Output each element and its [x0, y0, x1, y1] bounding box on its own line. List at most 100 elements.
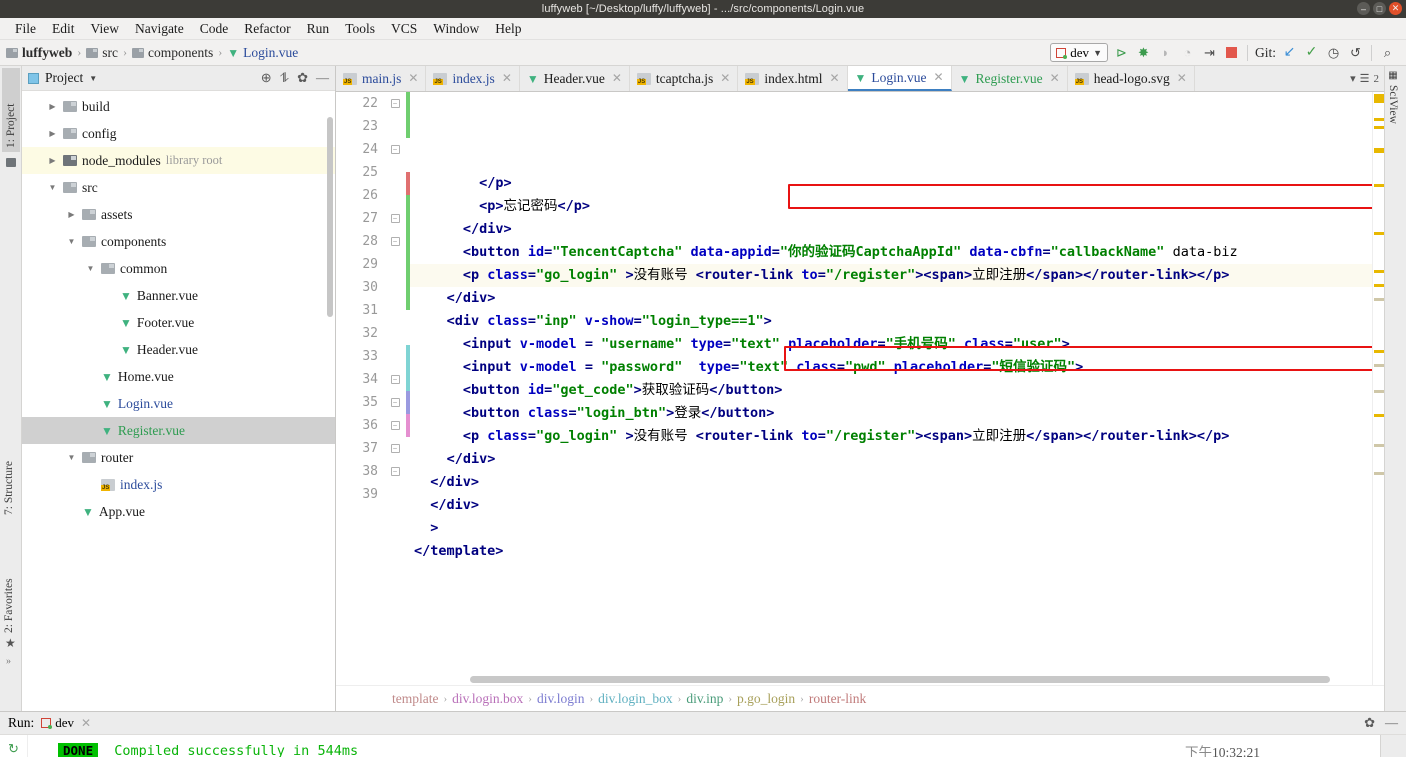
tree-item-login-vue[interactable]: ▼ Login.vue: [22, 390, 335, 417]
minimize-icon[interactable]: –: [1357, 2, 1370, 15]
code-line[interactable]: <p>忘记密码</p>: [410, 195, 1372, 218]
editor-tab-head-logo-svg[interactable]: head-logo.svg ✕: [1067, 66, 1195, 91]
tree-item-config[interactable]: ▶ config: [22, 120, 335, 147]
menu-file[interactable]: File: [8, 20, 43, 38]
chevron-down-icon[interactable]: ▼: [85, 264, 96, 273]
code-line[interactable]: [410, 563, 1372, 586]
navbar-crumb-file[interactable]: ▼ Login.vue: [227, 45, 298, 61]
close-icon[interactable]: ✕: [829, 71, 839, 86]
sidebar-item-sciview-tab[interactable]: ▦ SciView: [1387, 70, 1399, 124]
fold-marker[interactable]: −: [384, 138, 406, 161]
menu-view[interactable]: View: [84, 20, 126, 38]
gear-icon[interactable]: ✿: [297, 70, 308, 86]
code-line[interactable]: </p>: [410, 172, 1372, 195]
editor-tab-register-vue[interactable]: ▼ Register.vue ✕: [951, 66, 1068, 91]
code-line[interactable]: <p class="go_login" >没有账号 <router-link t…: [410, 264, 1372, 287]
chevron-right-icon[interactable]: ▶: [66, 210, 77, 219]
editor-tab-index-html[interactable]: index.html ✕: [738, 66, 848, 91]
breadcrumb-item[interactable]: div.login: [537, 691, 585, 707]
git-update-icon[interactable]: ↙: [1281, 44, 1298, 61]
breadcrumb-item[interactable]: template: [392, 691, 438, 707]
code-line[interactable]: <button class="login_btn">登录</button>: [410, 402, 1372, 425]
navbar-crumb-src[interactable]: src: [86, 45, 118, 61]
code-content[interactable]: </p> <p>忘记密码</p> </div> <button id="Tenc…: [410, 92, 1372, 685]
menu-refactor[interactable]: Refactor: [237, 20, 297, 38]
sidebar-scrollbar[interactable]: [327, 117, 333, 317]
code-line[interactable]: <input v-model = "username" type="text" …: [410, 333, 1372, 356]
close-icon[interactable]: ✕: [502, 71, 512, 86]
chevron-right-icon[interactable]: ▶: [47, 102, 58, 111]
code-line[interactable]: >: [410, 517, 1372, 540]
search-icon[interactable]: ⌕: [1379, 44, 1396, 61]
menu-code[interactable]: Code: [193, 20, 236, 38]
editor-horizontal-scrollbar[interactable]: [470, 676, 1330, 683]
fold-marker[interactable]: −: [384, 414, 406, 437]
close-icon[interactable]: ✕: [81, 716, 91, 731]
tree-item-footer-vue[interactable]: ▼ Footer.vue: [22, 309, 335, 336]
breadcrumb-item[interactable]: router-link: [809, 691, 866, 707]
tree-item-src[interactable]: ▼ src: [22, 174, 335, 201]
tree-item-register-vue[interactable]: ▼ Register.vue: [22, 417, 335, 444]
code-line[interactable]: <button id="TencentCaptcha" data-appid="…: [410, 241, 1372, 264]
chevron-down-icon[interactable]: ▼: [89, 74, 97, 83]
tree-item-build[interactable]: ▶ build: [22, 93, 335, 120]
menu-edit[interactable]: Edit: [45, 20, 82, 38]
fold-marker[interactable]: −: [384, 391, 406, 414]
code-line[interactable]: <div class="inp" v-show="login_type==1">: [410, 310, 1372, 333]
code-line[interactable]: </div>: [410, 287, 1372, 310]
collapse-all-icon[interactable]: ⥮: [280, 70, 289, 86]
tree-item-home-vue[interactable]: ▼ Home.vue: [22, 363, 335, 390]
debug-icon[interactable]: ✸: [1135, 44, 1152, 61]
breadcrumb-item[interactable]: div.inp: [686, 691, 723, 707]
code-folding-gutter[interactable]: − − − − − − − − −: [384, 92, 406, 685]
chevron-down-icon[interactable]: ▼: [47, 183, 58, 192]
code-line[interactable]: <button id="get_code">获取验证码</button>: [410, 379, 1372, 402]
editor-tab-tcaptcha-js[interactable]: tcaptcha.js ✕: [629, 66, 739, 91]
fold-marker[interactable]: −: [384, 460, 406, 483]
tree-item-router[interactable]: ▼ router: [22, 444, 335, 471]
error-stripe[interactable]: [1372, 92, 1384, 685]
tree-item-banner-vue[interactable]: ▼ Banner.vue: [22, 282, 335, 309]
editor-tab-main-js[interactable]: main.js ✕: [336, 66, 427, 91]
navbar-crumb-project[interactable]: luffyweb: [6, 45, 72, 61]
editor-tab-login-vue[interactable]: ▼ Login.vue ✕: [847, 66, 952, 91]
close-icon[interactable]: ✕: [1389, 2, 1402, 15]
breadcrumb-item[interactable]: div.login_box: [598, 691, 673, 707]
project-tree[interactable]: ▶ build ▶ config ▶ node_modules library root ▼ s…: [22, 91, 335, 711]
code-line[interactable]: <p class="go_login" >没有账号 <router-link t…: [410, 425, 1372, 448]
menu-vcs[interactable]: VCS: [384, 20, 424, 38]
tree-item-node-modules[interactable]: ▶ node_modules library root: [22, 147, 335, 174]
chevron-down-icon[interactable]: ▼: [66, 237, 77, 246]
editor-viewport[interactable]: 22 23 24 25 26 27 28 29 30 31 32 33 34 35 36 37 38 39 − − −…: [336, 92, 1384, 685]
tree-item-assets[interactable]: ▶ assets: [22, 201, 335, 228]
tree-item-components[interactable]: ▼ components: [22, 228, 335, 255]
menu-run[interactable]: Run: [300, 20, 337, 38]
stop-icon[interactable]: [1223, 44, 1240, 61]
code-line[interactable]: <input v-model = "password" type="text" …: [410, 356, 1372, 379]
navbar-crumb-components[interactable]: components: [132, 45, 213, 61]
close-icon[interactable]: ✕: [1177, 71, 1187, 86]
breadcrumb-item[interactable]: div.login.box: [452, 691, 523, 707]
hide-icon[interactable]: —: [316, 70, 329, 86]
fold-marker[interactable]: −: [384, 92, 406, 115]
expand-icon[interactable]: »: [6, 656, 11, 667]
editor-tab-header-vue[interactable]: ▼ Header.vue ✕: [519, 66, 630, 91]
fold-marker[interactable]: −: [384, 437, 406, 460]
close-icon[interactable]: ✕: [408, 71, 418, 86]
menu-window[interactable]: Window: [426, 20, 486, 38]
code-line[interactable]: </div>: [410, 218, 1372, 241]
git-rollback-icon[interactable]: ↺: [1347, 44, 1364, 61]
close-icon[interactable]: ✕: [612, 71, 622, 86]
tree-item-common[interactable]: ▼ common: [22, 255, 335, 282]
run-icon[interactable]: ⊳: [1113, 44, 1130, 61]
code-line[interactable]: </div>: [410, 471, 1372, 494]
breadcrumb-item[interactable]: p.go_login: [737, 691, 795, 707]
code-line[interactable]: </template>: [410, 540, 1372, 563]
gear-icon[interactable]: ✿: [1364, 715, 1375, 731]
sidebar-item-project-tab[interactable]: 1: Project: [2, 68, 20, 152]
close-icon[interactable]: ✕: [934, 70, 944, 85]
sidebar-item-structure-tab[interactable]: 7: Structure: [3, 423, 15, 515]
rerun-icon[interactable]: ↻: [8, 741, 19, 757]
tree-item-app-vue[interactable]: ▼ App.vue: [22, 498, 335, 525]
git-history-icon[interactable]: ◷: [1325, 44, 1342, 61]
